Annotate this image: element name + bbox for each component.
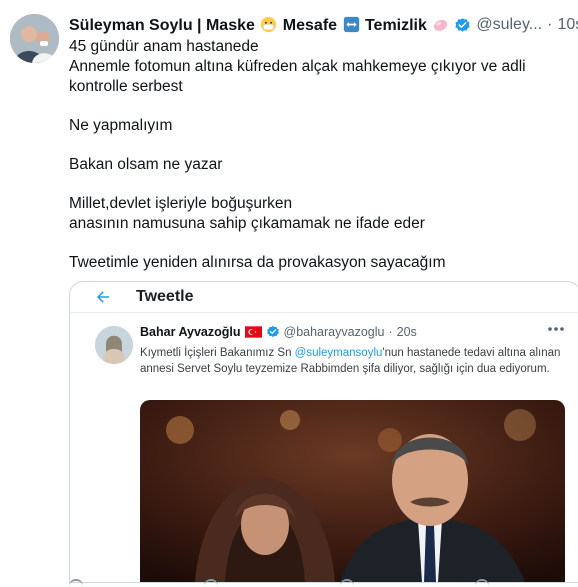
tweet-action-bar bbox=[69, 579, 489, 585]
author-name-part: Temizlik bbox=[364, 16, 427, 34]
author-name-part: Süleyman Soylu | Maske bbox=[69, 16, 255, 34]
quoted-tweet-header: Bahar Ayvazoğlu @baharayvazoglu · 20s bbox=[140, 325, 417, 339]
verified-badge-icon bbox=[455, 17, 470, 32]
back-arrow-icon bbox=[97, 291, 109, 303]
author-name-part: Mesafe bbox=[282, 16, 338, 34]
mask-face-emoji bbox=[261, 16, 277, 32]
embed-header: Tweetle bbox=[70, 282, 578, 313]
tweet-line: Bakan olsam ne yazar bbox=[69, 156, 223, 173]
share-icon[interactable] bbox=[474, 579, 489, 587]
tweet-line: Millet,devlet işleriyle boğuşurken bbox=[69, 195, 293, 212]
quoted-mention-link: @suleymansoylu bbox=[294, 347, 383, 359]
quoted-author-name: Bahar Ayvazoğlu bbox=[140, 325, 241, 339]
dot-separator: · bbox=[388, 325, 393, 339]
embed-title: Tweetle bbox=[136, 288, 194, 305]
tweet-line: 45 gündür anam hastanede bbox=[69, 38, 259, 55]
like-icon[interactable] bbox=[339, 579, 354, 587]
dot-separator: · bbox=[547, 16, 553, 33]
tweet: Süleyman Soylu | Maske Mesafe Temizlik @… bbox=[0, 0, 578, 585]
tweet-text: 45 gündür anam hastanede Annemle fotomun… bbox=[69, 37, 574, 273]
embedded-screenshot-card[interactable]: Tweetle Bahar Ayvazoğlu @baharayvazoglu … bbox=[69, 281, 578, 583]
tweet-line: Annemle fotomun altına küfreden alçak ma… bbox=[69, 58, 526, 95]
tweet-line: Ne yapmalıyım bbox=[69, 117, 173, 134]
quoted-tweet-photo bbox=[140, 400, 565, 582]
author-avatar[interactable] bbox=[10, 14, 59, 63]
tweet-line: anasının namusuna sahip çıkamamak ne ifa… bbox=[69, 215, 425, 232]
reply-icon[interactable] bbox=[69, 579, 83, 587]
tweet-header: Süleyman Soylu | Maske Mesafe Temizlik @… bbox=[69, 14, 578, 36]
quoted-tweet-text: Kıymetli İçişleri Bakanımız Sn @suleyman… bbox=[140, 345, 566, 377]
quoted-tweet-timestamp: 20s bbox=[396, 325, 417, 339]
retweet-icon[interactable] bbox=[204, 579, 219, 587]
more-options-icon bbox=[548, 327, 564, 331]
tweet-timestamp[interactable]: 10s bbox=[557, 16, 578, 34]
quoted-text-part: Kıymetli İçişleri Bakanımız Sn bbox=[140, 347, 295, 359]
quoted-author-handle: @baharayvazoglu bbox=[283, 325, 385, 339]
turkey-flag-icon bbox=[244, 326, 262, 338]
soap-emoji bbox=[434, 19, 448, 31]
author-name[interactable]: Süleyman Soylu | Maske Mesafe Temizlik bbox=[69, 16, 450, 35]
left-right-arrow-emoji bbox=[343, 16, 359, 32]
tweet-line: Tweetimle yeniden alınırsa da provakasyo… bbox=[69, 254, 446, 271]
quoted-author-avatar bbox=[95, 326, 133, 364]
verified-badge-icon bbox=[266, 325, 279, 338]
author-handle[interactable]: @suley... bbox=[476, 16, 542, 34]
